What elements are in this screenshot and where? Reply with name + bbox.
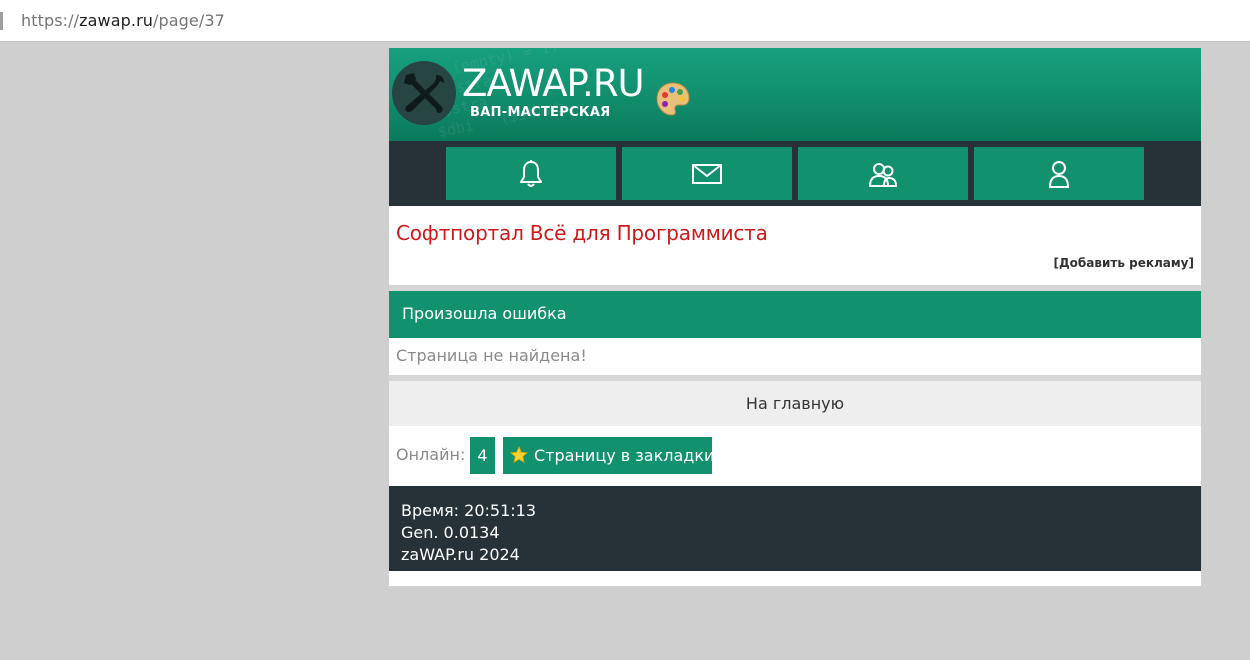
footer-gen: Gen. 0.0134 <box>401 523 500 542</box>
nav-friends-button[interactable] <box>798 147 968 200</box>
bell-icon <box>520 159 542 187</box>
footer: Время: 20:51:13 Gen. 0.0134 zaWAP.ru 202… <box>389 486 1201 571</box>
address-bar[interactable]: https://zawap.ru/page/37 <box>0 0 1250 42</box>
error-heading: Произошла ошибка <box>389 291 1201 338</box>
add-ad-link[interactable]: [Добавить рекламу] <box>1054 256 1195 270</box>
envelope-icon <box>692 163 722 184</box>
site-header: page (empty) = 1) if( $stra * $stra $dbi… <box>389 48 1201 141</box>
url-prefix: https:// <box>21 11 80 30</box>
user-icon <box>1048 160 1070 188</box>
page-container: page (empty) = 1) if( $stra * $stra $dbi… <box>389 48 1201 586</box>
logo-subtitle: ВАП-МАСТЕРСКАЯ <box>470 105 611 120</box>
nav-messages-button[interactable] <box>622 147 792 200</box>
online-label: Онлайн: <box>396 445 466 464</box>
error-message: Страница не найдена! <box>396 346 587 365</box>
window-edge <box>0 12 3 30</box>
ad-link[interactable]: Софтпортал Всё для Программиста <box>396 221 768 245</box>
online-count-badge[interactable]: 4 <box>470 437 495 474</box>
nav-profile-button[interactable] <box>974 147 1144 200</box>
logo-title[interactable]: ZAWAP.RU <box>462 62 645 106</box>
logo-tools-icon[interactable] <box>392 61 456 125</box>
users-icon <box>868 162 898 187</box>
home-link[interactable]: На главную <box>389 381 1201 426</box>
palette-icon[interactable] <box>655 81 691 121</box>
bookmark-button[interactable]: Страницу в закладки <box>503 437 715 477</box>
footer-copyright: zaWAP.ru 2024 <box>401 545 520 564</box>
url-path: /page/37 <box>153 11 225 30</box>
url-host: zawap.ru <box>79 11 154 30</box>
bookmark-label: Страницу в закладки <box>534 446 715 465</box>
footer-time: Время: 20:51:13 <box>401 501 537 520</box>
url-text[interactable]: https://zawap.ru/page/37 <box>21 11 225 30</box>
nav-notifications-button[interactable] <box>446 147 616 200</box>
nav-bar <box>389 141 1201 206</box>
star-icon <box>510 440 528 477</box>
